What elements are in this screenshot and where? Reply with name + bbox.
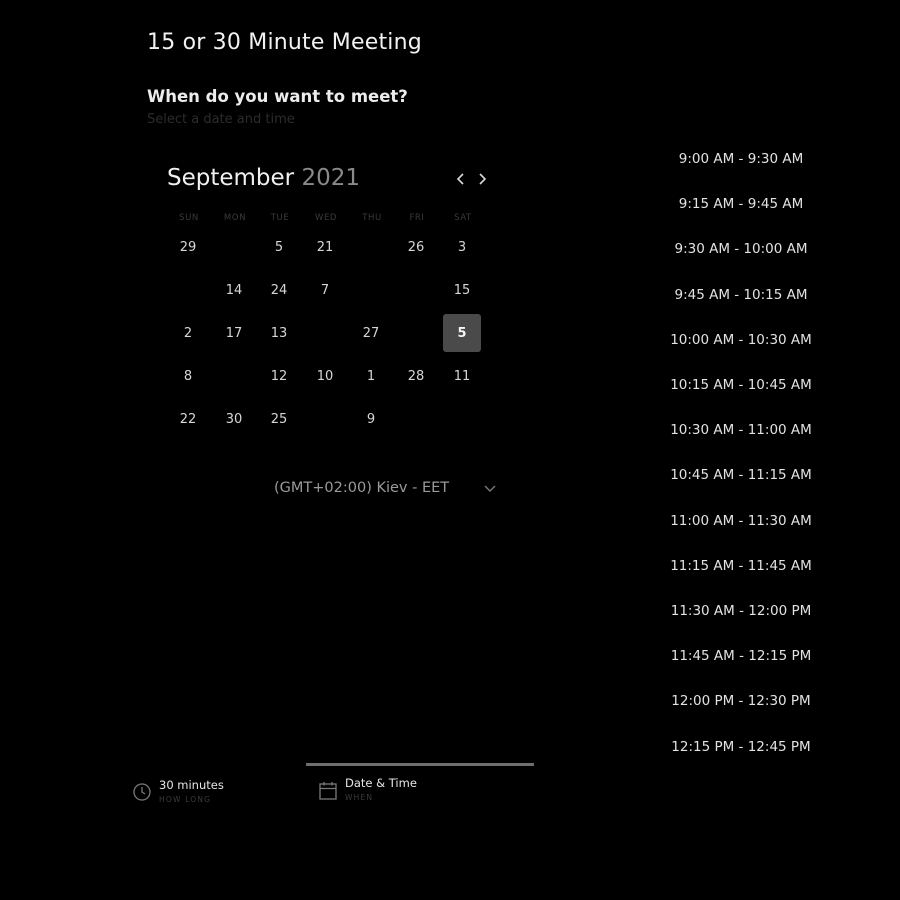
calendar-month: September — [167, 165, 295, 191]
weekday-label: TUE — [270, 213, 290, 223]
chevron-down-icon[interactable] — [483, 483, 497, 493]
timezone-select[interactable]: (GMT+02:00) Kiev - EET — [274, 480, 449, 496]
calendar-day[interactable]: 29 — [169, 228, 207, 266]
calendar-day[interactable]: 17 — [215, 314, 253, 352]
step-duration-label: HOW LONG — [159, 795, 212, 804]
active-step-indicator — [306, 763, 534, 766]
calendar-day[interactable]: 21 — [306, 228, 344, 266]
calendar-day[interactable]: 1 — [352, 357, 390, 395]
calendar-month-title: September 2021 — [167, 165, 360, 191]
time-slot-button[interactable]: 10:45 AM - 11:15 AM — [656, 465, 826, 485]
calendar-day[interactable]: 3 — [443, 228, 481, 266]
chevron-left-icon — [456, 173, 464, 185]
calendar-day[interactable]: 25 — [260, 400, 298, 438]
next-month-button[interactable] — [473, 170, 491, 188]
step-date-time-value: Date & Time — [345, 776, 417, 790]
calendar-year: 2021 — [301, 165, 360, 191]
chevron-right-icon — [479, 173, 487, 185]
weekday-label: FRI — [409, 213, 425, 223]
weekday-label: SUN — [179, 213, 199, 223]
step-date-time-label: WHEN — [345, 793, 374, 802]
time-slot-button[interactable]: 10:30 AM - 11:00 AM — [656, 420, 826, 440]
calendar-day[interactable]: 15 — [443, 271, 481, 309]
time-slot-button[interactable]: 9:30 AM - 10:00 AM — [656, 239, 826, 259]
calendar-day[interactable]: 30 — [215, 400, 253, 438]
step-duration[interactable]: 30 minutes HOW LONG — [132, 778, 262, 808]
calendar-icon — [319, 782, 337, 800]
calendar-day[interactable]: 26 — [397, 228, 435, 266]
section-heading: When do you want to meet? — [147, 87, 408, 106]
time-slot-button[interactable]: 10:00 AM - 10:30 AM — [656, 330, 826, 350]
calendar-day-selected[interactable]: 5 — [443, 314, 481, 352]
calendar-day[interactable]: 10 — [306, 357, 344, 395]
calendar-day[interactable]: 5 — [260, 228, 298, 266]
time-slot-button[interactable]: 11:00 AM - 11:30 AM — [656, 511, 826, 531]
calendar-day[interactable]: 8 — [169, 357, 207, 395]
time-slot-button[interactable]: 9:15 AM - 9:45 AM — [656, 194, 826, 214]
step-duration-value: 30 minutes — [159, 778, 224, 792]
step-date-time[interactable]: Date & Time WHEN — [318, 776, 468, 806]
time-slot-button[interactable]: 10:15 AM - 10:45 AM — [656, 375, 826, 395]
weekday-label: SAT — [454, 213, 472, 223]
calendar-day[interactable]: 24 — [260, 271, 298, 309]
time-slot-button[interactable]: 9:00 AM - 9:30 AM — [656, 149, 826, 169]
booking-page: 15 or 30 Minute Meeting When do you want… — [0, 0, 900, 900]
time-slot-button[interactable]: 11:45 AM - 12:15 PM — [656, 646, 826, 666]
calendar-day[interactable]: 27 — [352, 314, 390, 352]
time-slot-button[interactable]: 9:45 AM - 10:15 AM — [656, 285, 826, 305]
time-slot-button[interactable]: 11:15 AM - 11:45 AM — [656, 556, 826, 576]
calendar-day[interactable]: 28 — [397, 357, 435, 395]
calendar-day[interactable]: 7 — [306, 271, 344, 309]
clock-icon — [133, 783, 151, 801]
section-instruction: Select a date and time — [147, 112, 295, 127]
time-slot-button[interactable]: 12:00 PM - 12:30 PM — [656, 691, 826, 711]
time-slot-button[interactable]: 11:30 AM - 12:00 PM — [656, 601, 826, 621]
calendar-day[interactable]: 9 — [352, 400, 390, 438]
page-title: 15 or 30 Minute Meeting — [147, 30, 422, 55]
calendar-day[interactable]: 13 — [260, 314, 298, 352]
calendar-day[interactable]: 22 — [169, 400, 207, 438]
previous-month-button[interactable] — [452, 170, 470, 188]
weekday-label: WED — [314, 213, 338, 223]
time-slot-button[interactable]: 12:15 PM - 12:45 PM — [656, 737, 826, 757]
weekday-label: THU — [362, 213, 382, 223]
calendar-day[interactable]: 2 — [169, 314, 207, 352]
calendar-day[interactable]: 14 — [215, 271, 253, 309]
weekday-label: MON — [223, 213, 247, 223]
calendar-day[interactable]: 12 — [260, 357, 298, 395]
calendar-day[interactable]: 11 — [443, 357, 481, 395]
